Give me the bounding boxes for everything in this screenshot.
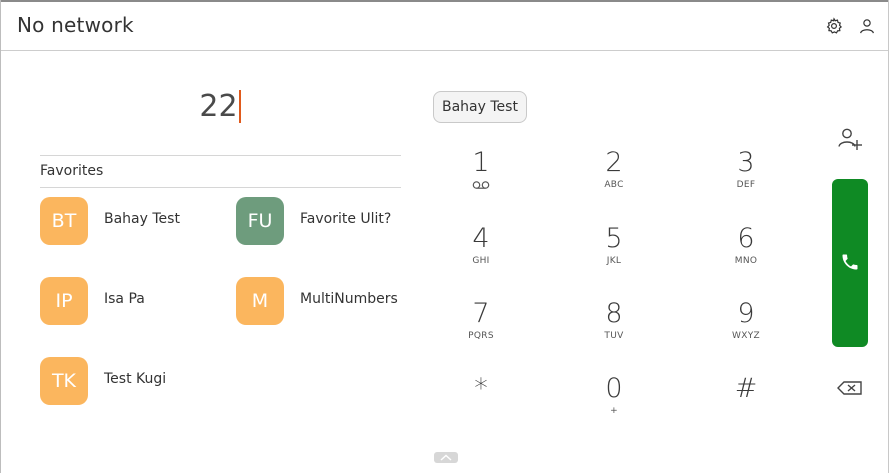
key-digit: 8 — [605, 298, 623, 329]
key-digit: 6 — [737, 223, 755, 254]
avatar: FU — [236, 197, 284, 245]
key-letters: TUV — [604, 331, 624, 341]
divider — [40, 187, 401, 188]
avatar: IP — [40, 277, 88, 325]
person-icon[interactable] — [858, 17, 876, 35]
divider — [40, 155, 401, 156]
text-caret — [238, 90, 241, 123]
key-digit: 1 — [472, 147, 490, 178]
chevron-up-icon — [440, 454, 452, 461]
favorite-name: MultiNumbers — [300, 291, 398, 307]
backspace-icon[interactable] — [836, 378, 864, 398]
favorite-name: Test Kugi — [104, 371, 167, 387]
dialed-number-field[interactable]: 22 — [40, 88, 400, 128]
keypad-key-2[interactable]: 2 ABC — [554, 148, 674, 210]
keypad-key-4[interactable]: 4 GHI — [421, 224, 541, 286]
keypad-key-0[interactable]: 0 + — [554, 374, 674, 436]
favorite-name: Isa Pa — [104, 291, 145, 307]
key-digit: 5 — [605, 223, 623, 254]
favorite-name: Favorite Ulit? — [300, 211, 392, 227]
call-button[interactable] — [832, 179, 868, 347]
key-digit: 2 — [605, 147, 623, 178]
dialed-number: 22 — [199, 89, 238, 124]
key-digit: * — [474, 373, 488, 404]
favorite-name: Bahay Test — [104, 211, 180, 227]
add-person-icon[interactable] — [837, 126, 863, 152]
key-digit: 4 — [472, 223, 490, 254]
key-digit: # — [734, 373, 758, 404]
key-letters: JKL — [606, 256, 622, 266]
keypad-key-9[interactable]: 9 WXYZ — [686, 299, 806, 361]
page-header: No network — [1, 2, 888, 51]
gear-icon[interactable] — [825, 17, 843, 35]
key-letters — [686, 406, 806, 418]
key-letters — [421, 406, 541, 418]
key-letters: + — [610, 406, 618, 416]
key-letters: WXYZ — [732, 331, 760, 341]
key-digit: 0 — [605, 373, 623, 404]
keypad-key-star[interactable]: * — [421, 374, 541, 436]
key-digit: 3 — [737, 147, 755, 178]
key-digit: 7 — [472, 298, 490, 329]
key-letters: GHI — [472, 256, 490, 266]
key-letters: ABC — [604, 180, 624, 190]
favorites-header: Favorites — [40, 163, 104, 179]
favorite-contact[interactable]: M MultiNumbers — [236, 277, 426, 325]
avatar: BT — [40, 197, 88, 245]
keypad-key-3[interactable]: 3 DEF — [686, 148, 806, 210]
contact-suggestion-chip[interactable]: Bahay Test — [433, 91, 527, 123]
phone-icon — [842, 254, 858, 270]
favorite-contact[interactable]: TK Test Kugi — [40, 357, 230, 405]
favorite-contact[interactable]: FU Favorite Ulit? — [236, 197, 426, 245]
bottom-edge-handle[interactable] — [434, 452, 458, 463]
favorite-contact[interactable]: IP Isa Pa — [40, 277, 230, 325]
keypad-key-5[interactable]: 5 JKL — [554, 224, 674, 286]
window-left-border — [0, 0, 1, 473]
page-title: No network — [17, 13, 134, 37]
keypad-key-hash[interactable]: # — [686, 374, 806, 436]
keypad-key-6[interactable]: 6 MNO — [686, 224, 806, 286]
keypad-key-1[interactable]: 1 — [421, 148, 541, 210]
key-digit: 9 — [737, 298, 755, 329]
avatar: TK — [40, 357, 88, 405]
avatar: M — [236, 277, 284, 325]
key-letters: MNO — [734, 256, 758, 266]
voicemail-icon — [421, 180, 541, 192]
favorite-contact[interactable]: BT Bahay Test — [40, 197, 230, 245]
keypad-key-8[interactable]: 8 TUV — [554, 299, 674, 361]
keypad-key-7[interactable]: 7 PQRS — [421, 299, 541, 361]
key-letters: PQRS — [468, 331, 494, 341]
key-letters: DEF — [736, 180, 756, 190]
